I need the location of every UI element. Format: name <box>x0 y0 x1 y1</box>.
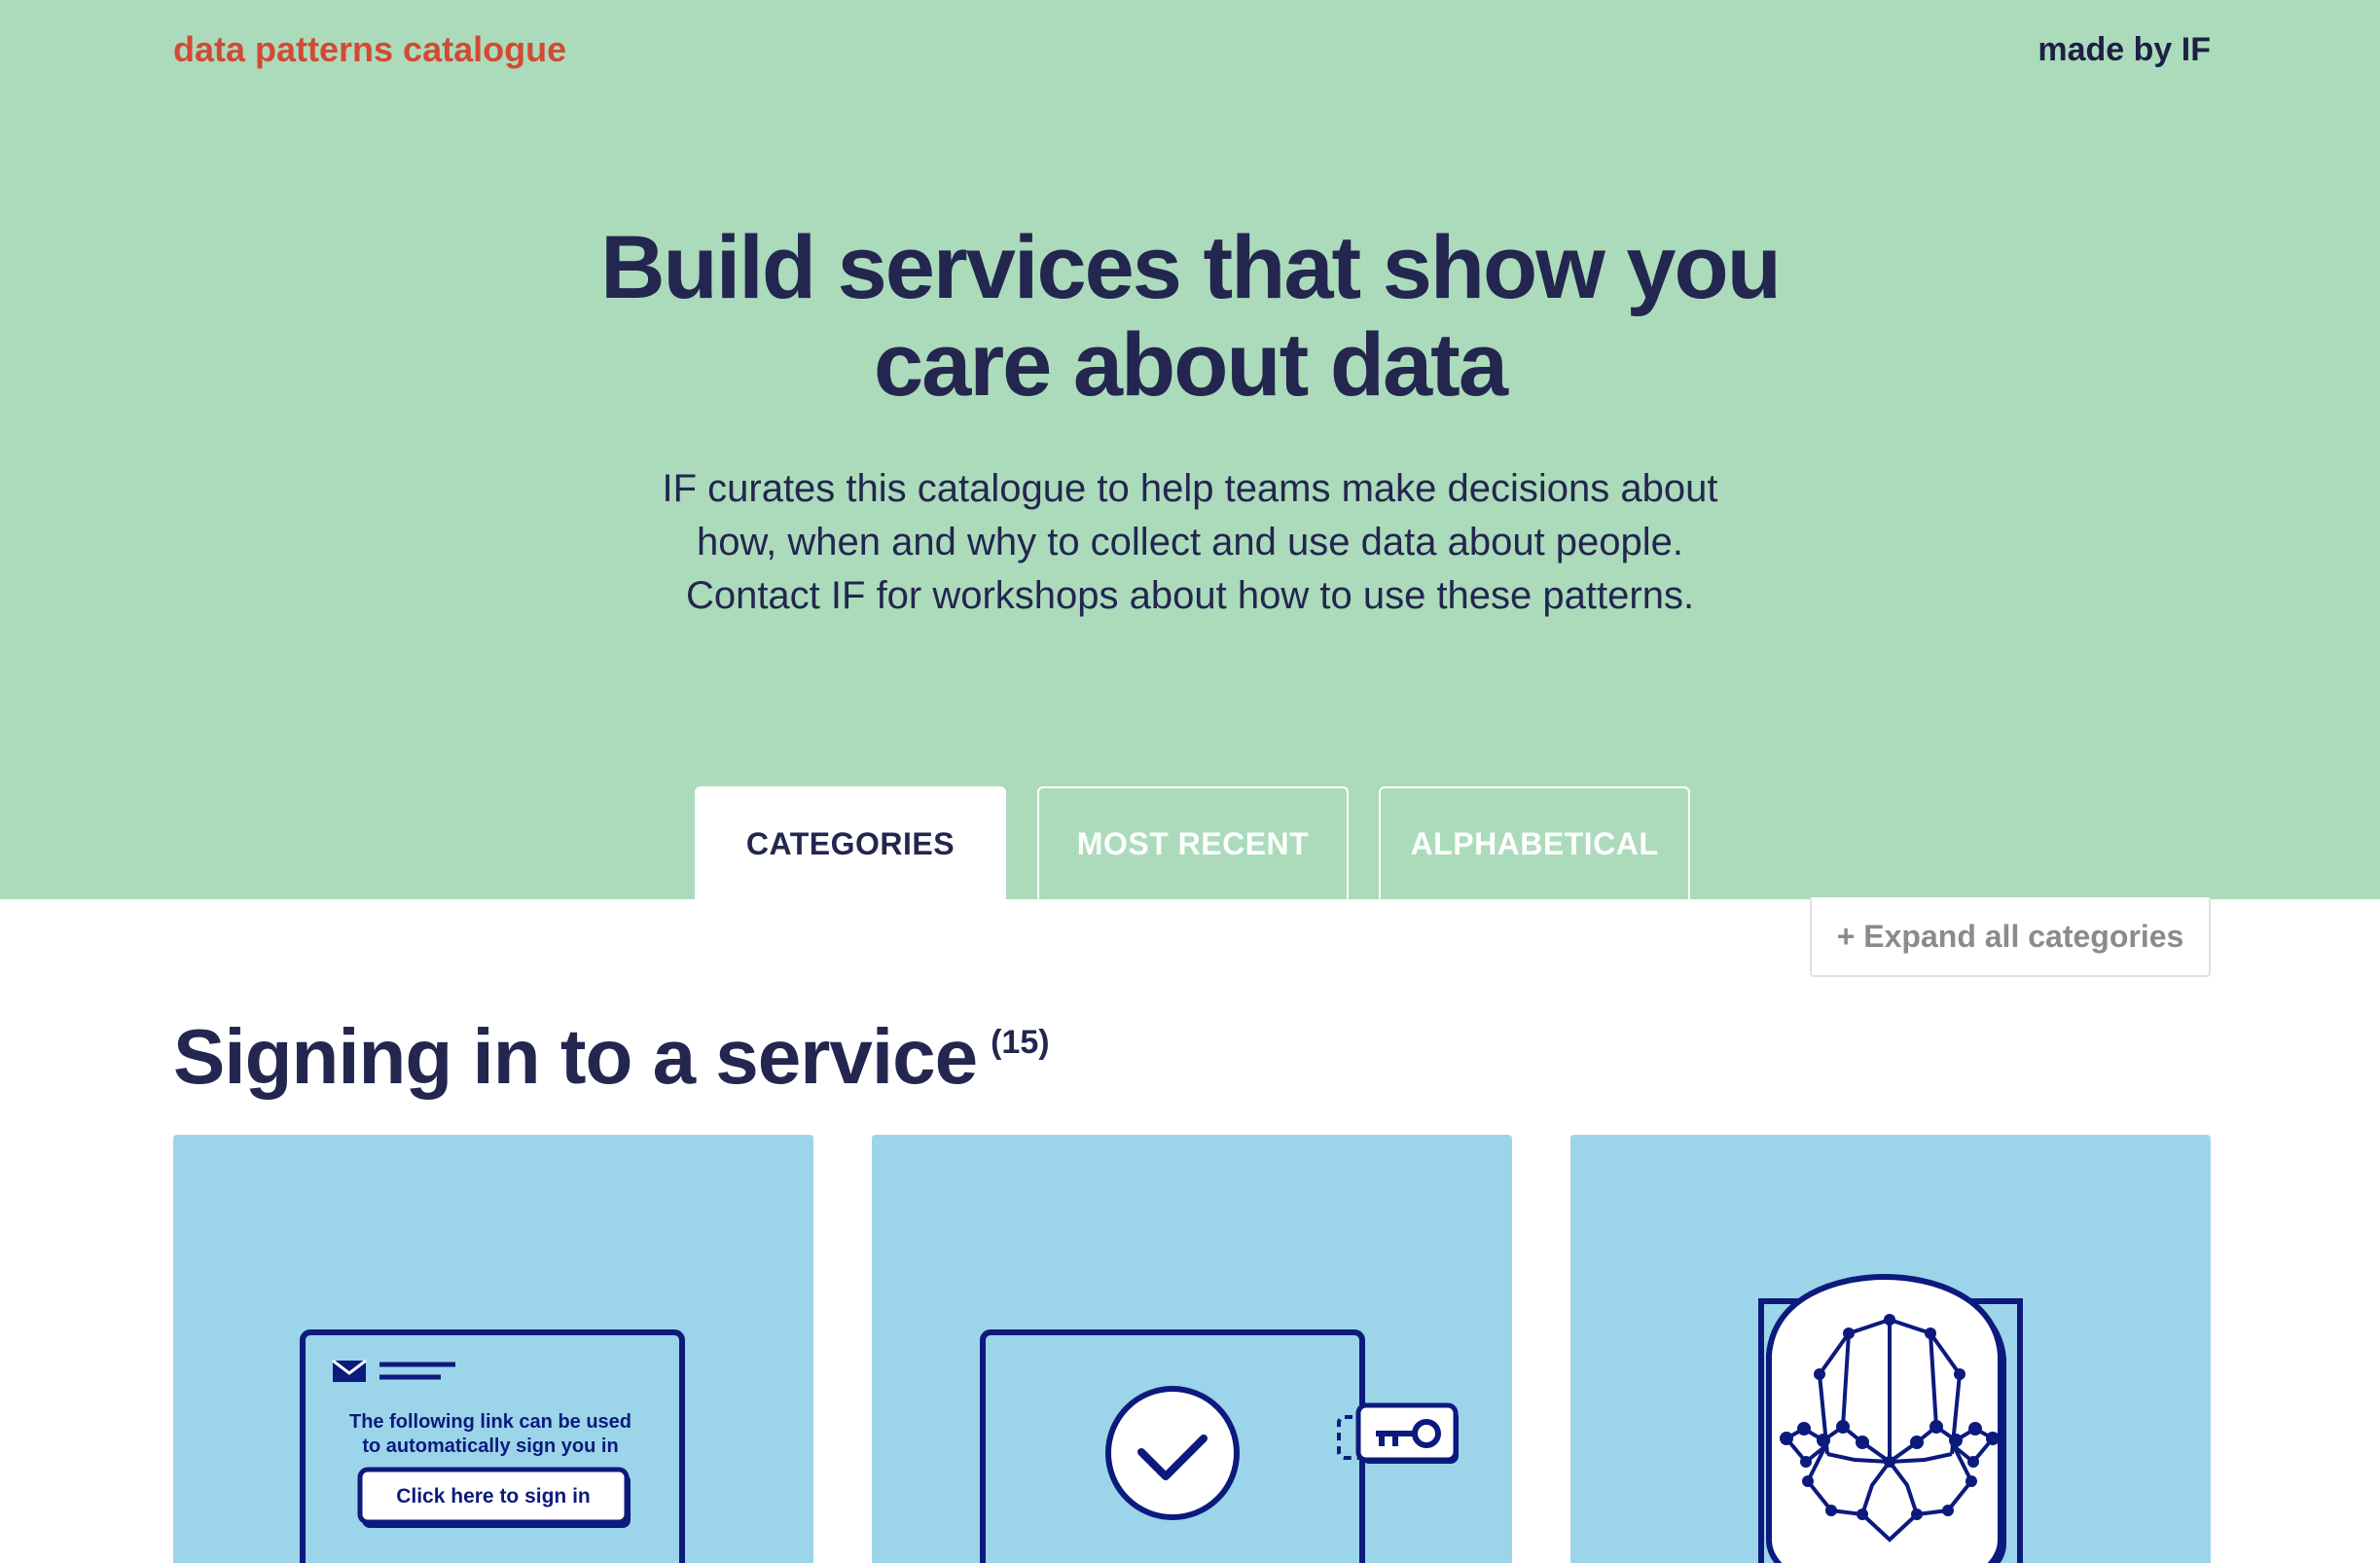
page-title-line-1: Build services that show you <box>600 218 1782 317</box>
section-count: (15) <box>991 1024 1050 1061</box>
site-logo-link[interactable]: data patterns catalogue <box>173 29 566 70</box>
pattern-card-email-link[interactable]: The following link can be used to automa… <box>173 1135 813 1563</box>
pattern-card-password-manager[interactable] <box>872 1135 1512 1563</box>
tab-most-recent[interactable]: MOST RECENT <box>1037 786 1349 899</box>
section-title-text: Signing in to a service <box>173 1013 978 1100</box>
card-email-line-1: The following link can be used <box>349 1411 631 1433</box>
page-title: Build services that show you care about … <box>509 219 1871 414</box>
card-email-line-2: to automatically sign you in <box>362 1436 618 1457</box>
description-line-1: IF curates this catalogue to help teams … <box>662 467 1718 510</box>
pattern-card-face-recognition[interactable] <box>1570 1135 2211 1563</box>
card-sign-in-button: Click here to sign in <box>396 1485 591 1508</box>
made-by-if-link[interactable]: made by IF <box>2037 31 2211 69</box>
page-title-line-2: care about data <box>874 315 1508 415</box>
face-recognition-icon <box>1758 1273 2023 1563</box>
description-line-2: how, when and why to collect and use dat… <box>696 521 1684 563</box>
page-description: IF curates this catalogue to help teams … <box>558 462 1822 623</box>
expand-all-categories-button[interactable]: + Expand all categories <box>1810 897 2211 977</box>
description-line-3: Contact IF for workshops about how to us… <box>685 574 1695 617</box>
email-link-icon: The following link can be used to automa… <box>300 1329 685 1563</box>
tab-alphabetical[interactable]: ALPHABETICAL <box>1379 786 1690 899</box>
hero-section: data patterns catalogue made by IF Build… <box>0 0 2380 899</box>
password-manager-icon <box>980 1329 1459 1563</box>
section-title: Signing in to a service (15) <box>173 1012 1050 1102</box>
tab-categories[interactable]: CATEGORIES <box>695 786 1006 899</box>
